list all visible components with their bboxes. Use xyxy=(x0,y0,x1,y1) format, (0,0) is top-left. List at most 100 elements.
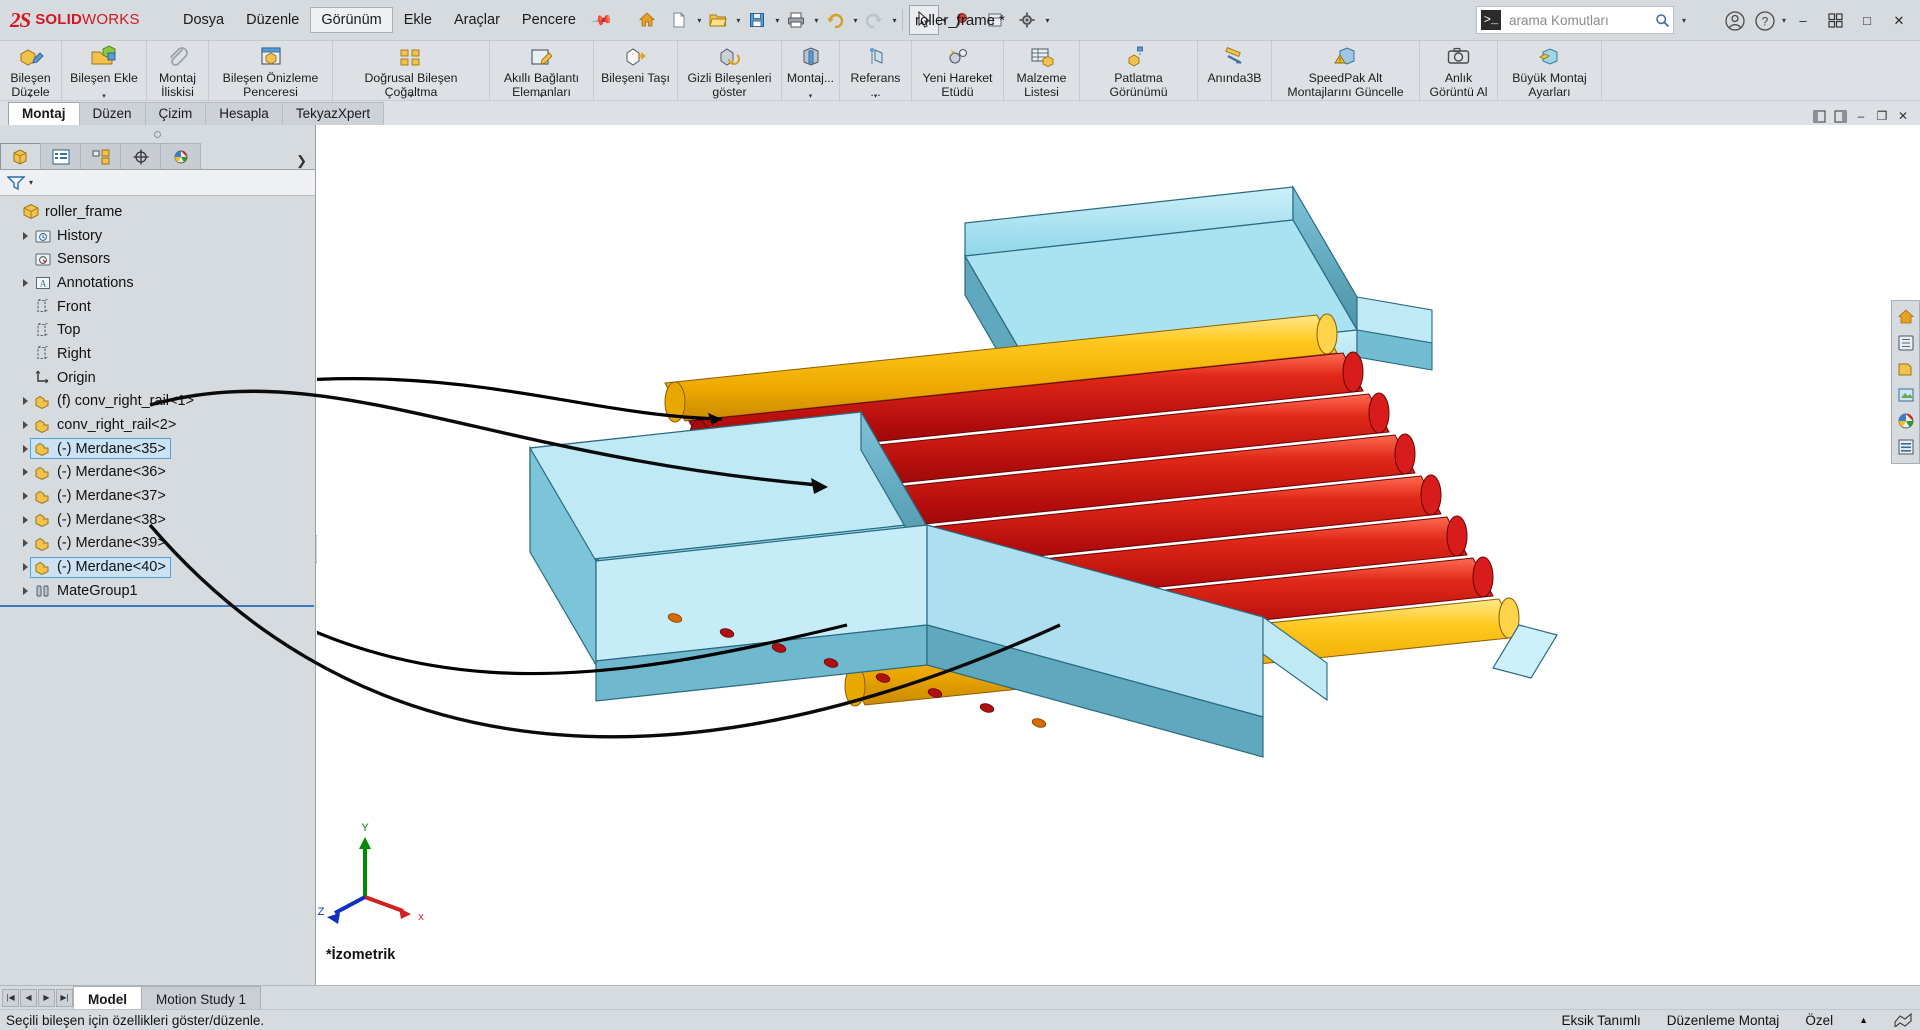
ribbon-show-hidden-components[interactable]: Gizli Bileşenleri göster xyxy=(678,41,782,101)
tree-node-roller-frame[interactable]: roller_frame xyxy=(0,200,315,224)
view-palette-icon[interactable] xyxy=(1893,356,1918,381)
options-gear-icon[interactable] xyxy=(1012,5,1042,35)
chevron-down-icon[interactable]: ▾ xyxy=(809,92,813,100)
expand-twisty[interactable] xyxy=(18,421,32,430)
close-doc-icon[interactable]: ✕ xyxy=(1894,107,1912,125)
3d-model-canvas[interactable] xyxy=(317,125,1920,985)
help-question-icon[interactable]: ? xyxy=(1751,7,1779,35)
chevron-down-icon[interactable]: ▾ xyxy=(409,92,413,100)
home-icon[interactable] xyxy=(632,5,662,35)
ribbon-edit-component[interactable]: Bileşen Düzele ▾ xyxy=(0,41,62,101)
chevron-down-icon[interactable]: ▾ xyxy=(29,92,33,100)
restore-panel-icon[interactable] xyxy=(1810,107,1828,125)
undo-icon[interactable] xyxy=(820,5,850,35)
tree-node-merdane-36[interactable]: (-) Merdane<36> xyxy=(0,461,315,485)
tree-node-sensors[interactable]: Sensors xyxy=(0,247,315,271)
ribbon-smart-fasteners[interactable]: Akıllı Bağlantı Elemanları ▾ xyxy=(490,41,594,101)
search-input[interactable]: arama Komutları xyxy=(1509,13,1609,28)
previous-tab-icon[interactable]: ◀ xyxy=(20,988,37,1007)
expand-twisty[interactable] xyxy=(18,515,32,524)
rebuild-icon[interactable] xyxy=(980,5,1010,35)
property-manager-tab[interactable] xyxy=(40,143,81,169)
redo-icon[interactable] xyxy=(859,5,889,35)
user-account-icon[interactable] xyxy=(1721,7,1749,35)
tree-node-top-plane[interactable]: Top xyxy=(0,318,315,342)
chevron-down-icon[interactable]: ▾ xyxy=(1045,16,1049,25)
bottom-tab-motion-study[interactable]: Motion Study 1 xyxy=(141,986,262,1009)
custom-properties-icon[interactable] xyxy=(1893,408,1918,433)
ribbon-mate[interactable]: Montaj İliskisi xyxy=(147,41,209,101)
ribbon-large-assembly-settings[interactable]: Büyük Montaj Ayarları xyxy=(1498,41,1602,101)
tree-node-right-plane[interactable]: Right xyxy=(0,342,315,366)
tree-node-history[interactable]: History xyxy=(0,224,315,248)
search-dropdown-chevron-icon[interactable]: ▾ xyxy=(1682,16,1686,25)
tab-montaj[interactable]: Montaj xyxy=(8,102,80,125)
menu-araclar[interactable]: Araçlar xyxy=(443,7,511,33)
chevron-down-icon[interactable]: ▾ xyxy=(775,16,779,25)
print-icon[interactable] xyxy=(781,5,811,35)
search-commands-box[interactable]: >_ arama Komutları xyxy=(1476,6,1674,34)
chevron-down-icon[interactable]: ▾ xyxy=(540,92,544,100)
chevron-right-icon[interactable]: ❯ xyxy=(296,153,315,169)
chevron-down-icon[interactable]: ▾ xyxy=(892,16,896,25)
grid-windows-icon[interactable] xyxy=(1820,7,1850,35)
expand-twisty[interactable] xyxy=(18,492,32,501)
feature-manager-tab[interactable] xyxy=(0,143,41,169)
dimxpert-manager-tab[interactable] xyxy=(120,143,161,169)
tree-node-front-plane[interactable]: Front xyxy=(0,295,315,319)
expand-twisty[interactable] xyxy=(18,586,32,595)
bottom-tab-model[interactable]: Model xyxy=(73,986,142,1009)
save-icon[interactable] xyxy=(742,5,772,35)
file-explorer-icon[interactable] xyxy=(1893,330,1918,355)
tab-cizim[interactable]: Çizim xyxy=(144,102,207,125)
tree-node-merdane-35[interactable]: (-) Merdane<35> xyxy=(0,437,315,461)
split-panel-icon[interactable] xyxy=(1831,107,1849,125)
pushpin-icon[interactable]: 📌 xyxy=(590,8,613,32)
graphics-viewport[interactable]: *İzometrik Y x Z xyxy=(317,125,1920,985)
status-units[interactable]: Özel xyxy=(1805,1013,1833,1028)
expand-twisty[interactable] xyxy=(18,231,32,240)
last-tab-icon[interactable]: ▶| xyxy=(56,988,73,1007)
menu-dosya[interactable]: Dosya xyxy=(172,7,235,33)
restore-doc-icon[interactable]: ❐ xyxy=(1873,107,1891,125)
chevron-down-icon[interactable]: ▾ xyxy=(29,178,33,187)
menu-duzenle[interactable]: Düzenle xyxy=(235,7,310,33)
display-overlay-icon[interactable] xyxy=(1894,1013,1912,1027)
menu-gorunum[interactable]: Görünüm xyxy=(310,7,393,33)
panel-drag-handle[interactable] xyxy=(0,125,315,144)
tree-node-merdane-38[interactable]: (-) Merdane<38> xyxy=(0,508,315,532)
close-window-button[interactable]: ✕ xyxy=(1884,7,1914,35)
tree-node-origin[interactable]: Origin xyxy=(0,366,315,390)
minimize-window-button[interactable]: – xyxy=(1788,7,1818,35)
search-icon[interactable] xyxy=(1655,13,1673,28)
expand-twisty[interactable] xyxy=(18,539,32,548)
tab-hesapla[interactable]: Hesapla xyxy=(205,102,283,125)
ribbon-assembly-features[interactable]: Montaj... ▾ xyxy=(782,41,840,101)
tree-node-conv-right-rail-2[interactable]: conv_right_rail<2> xyxy=(0,413,315,437)
configuration-manager-tab[interactable] xyxy=(80,143,121,169)
ribbon-bill-of-materials[interactable]: Malzeme Listesi xyxy=(1004,41,1080,101)
tree-node-merdane-39[interactable]: (-) Merdane<39> xyxy=(0,532,315,556)
open-document-icon[interactable] xyxy=(703,5,733,35)
first-tab-icon[interactable]: |◀ xyxy=(2,988,19,1007)
ribbon-new-motion-study[interactable]: Yeni Hareket Etüdü xyxy=(912,41,1004,101)
minimize-doc-icon[interactable]: – xyxy=(1852,107,1870,125)
tree-node-conv-right-rail-1[interactable]: (f) conv_right_rail<1> xyxy=(0,390,315,414)
units-caret-icon[interactable]: ▲ xyxy=(1859,1015,1868,1025)
search-library-icon[interactable] xyxy=(1893,434,1918,459)
new-document-icon[interactable] xyxy=(664,5,694,35)
ribbon-instant3d[interactable]: Anında3B xyxy=(1198,41,1272,101)
expand-twisty[interactable] xyxy=(18,397,32,406)
next-tab-icon[interactable]: ▶ xyxy=(38,988,55,1007)
appearances-icon[interactable] xyxy=(1893,382,1918,407)
chevron-down-icon[interactable]: ▾ xyxy=(814,16,818,25)
tree-filter-bar[interactable]: ▾ xyxy=(0,170,315,196)
ribbon-insert-component[interactable]: Bileşen Ekle ▾ xyxy=(62,41,147,101)
ribbon-take-snapshot[interactable]: Anlık Görüntü Al xyxy=(1420,41,1498,101)
menu-ekle[interactable]: Ekle xyxy=(393,7,443,33)
maximize-window-button[interactable]: □ xyxy=(1852,7,1882,35)
chevron-down-icon[interactable]: ▾ xyxy=(853,16,857,25)
home-design-library-icon[interactable] xyxy=(1893,304,1918,329)
menu-pencere[interactable]: Pencere xyxy=(511,7,587,33)
chevron-down-icon[interactable]: ▾ xyxy=(736,16,740,25)
